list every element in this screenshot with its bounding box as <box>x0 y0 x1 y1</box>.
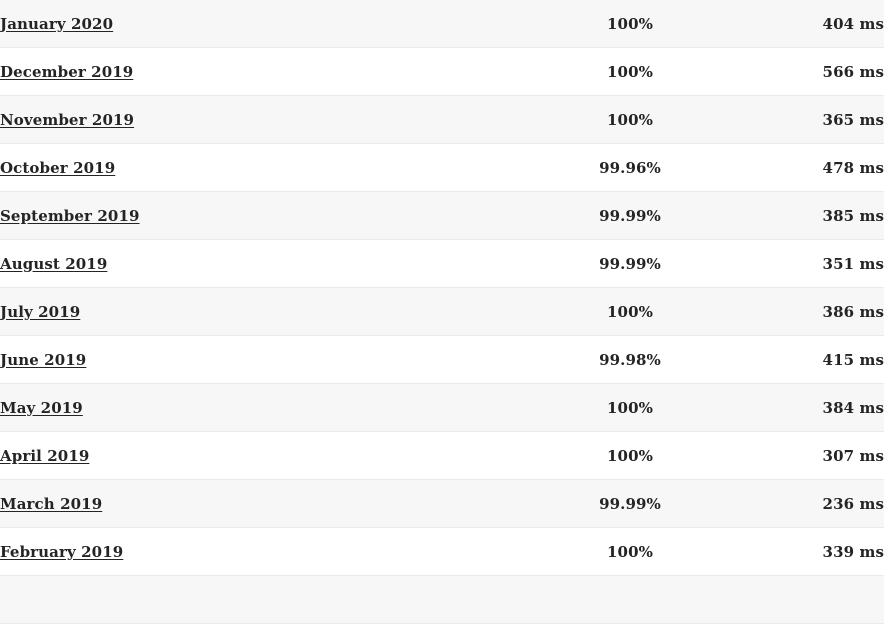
month-cell: February 2019 <box>0 528 500 576</box>
month-cell: April 2019 <box>0 432 500 480</box>
month-link[interactable]: November 2019 <box>0 111 134 129</box>
uptime-percentage: 99.98% <box>500 336 760 384</box>
average-response-time: 307 ms <box>760 432 884 480</box>
month-cell: November 2019 <box>0 96 500 144</box>
month-cell: July 2019 <box>0 288 500 336</box>
month-link[interactable]: September 2019 <box>0 207 140 225</box>
uptime-percentage: 100% <box>500 288 760 336</box>
uptime-percentage: 100% <box>500 0 760 48</box>
uptime-percentage: 99.99% <box>500 240 760 288</box>
month-cell: October 2019 <box>0 144 500 192</box>
average-response-time <box>760 576 884 624</box>
month-link[interactable]: March 2019 <box>0 495 102 513</box>
table-row: July 2019 100%386 ms <box>0 288 884 336</box>
table-row: March 2019 99.99%236 ms <box>0 480 884 528</box>
uptime-percentage: 100% <box>500 96 760 144</box>
average-response-time: 351 ms <box>760 240 884 288</box>
uptime-percentage: 100% <box>500 528 760 576</box>
table-row: September 2019 99.99%385 ms <box>0 192 884 240</box>
uptime-table-body: January 2020100%404 msDecember 2019100%5… <box>0 0 884 624</box>
table-row: August 2019 99.99%351 ms <box>0 240 884 288</box>
table-row: October 2019 99.96%478 ms <box>0 144 884 192</box>
month-link[interactable]: December 2019 <box>0 63 133 81</box>
average-response-time: 385 ms <box>760 192 884 240</box>
month-cell: December 2019 <box>0 48 500 96</box>
uptime-percentage <box>500 576 760 624</box>
uptime-percentage: 100% <box>500 432 760 480</box>
month-link[interactable]: October 2019 <box>0 159 115 177</box>
table-row: November 2019 100%365 ms <box>0 96 884 144</box>
uptime-history-table: January 2020100%404 msDecember 2019100%5… <box>0 0 884 624</box>
month-cell: January 2020 <box>0 0 500 48</box>
average-response-time: 404 ms <box>760 0 884 48</box>
month-cell: June 2019 <box>0 336 500 384</box>
month-cell: August 2019 <box>0 240 500 288</box>
average-response-time: 339 ms <box>760 528 884 576</box>
average-response-time: 566 ms <box>760 48 884 96</box>
table-row: December 2019 100%566 ms <box>0 48 884 96</box>
average-response-time: 415 ms <box>760 336 884 384</box>
month-cell: September 2019 <box>0 192 500 240</box>
month-cell: May 2019 <box>0 384 500 432</box>
uptime-percentage: 100% <box>500 48 760 96</box>
month-link[interactable]: July 2019 <box>0 303 80 321</box>
month-cell: March 2019 <box>0 480 500 528</box>
table-row: April 2019 100%307 ms <box>0 432 884 480</box>
uptime-percentage: 99.99% <box>500 192 760 240</box>
month-link[interactable]: May 2019 <box>0 399 83 417</box>
month-link[interactable]: April 2019 <box>0 447 89 465</box>
table-row: January 2020 100%404 ms <box>0 0 884 48</box>
month-cell <box>0 576 500 624</box>
uptime-percentage: 99.99% <box>500 480 760 528</box>
average-response-time: 236 ms <box>760 480 884 528</box>
average-response-time: 386 ms <box>760 288 884 336</box>
month-link[interactable]: February 2019 <box>0 543 123 561</box>
average-response-time: 384 ms <box>760 384 884 432</box>
table-row: June 2019 99.98%415 ms <box>0 336 884 384</box>
month-link[interactable]: January 2020 <box>0 15 113 33</box>
table-row: February 2019 100%339 ms <box>0 528 884 576</box>
average-response-time: 365 ms <box>760 96 884 144</box>
month-link[interactable]: August 2019 <box>0 255 107 273</box>
month-link[interactable]: June 2019 <box>0 351 86 369</box>
uptime-percentage: 99.96% <box>500 144 760 192</box>
table-row: May 2019 100%384 ms <box>0 384 884 432</box>
average-response-time: 478 ms <box>760 144 884 192</box>
uptime-percentage: 100% <box>500 384 760 432</box>
table-row-partial <box>0 576 884 624</box>
